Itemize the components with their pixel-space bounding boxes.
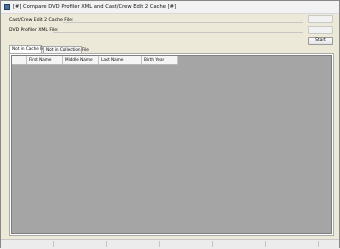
xml-file-label: DVD Profiler XML File: (9, 28, 59, 33)
status-segment (160, 241, 213, 247)
status-segment (213, 241, 266, 247)
column-header-birth-year[interactable]: Birth Year (142, 56, 178, 64)
cache-file-browse-button[interactable] (308, 15, 333, 23)
start-button[interactable]: Start (308, 37, 333, 45)
cache-file-label: Cast/Crew Edit 2 Cache File: (9, 18, 74, 23)
title-bar: [#] Compare DVD Profiler XML and Cast/Cr… (1, 1, 339, 14)
column-header-first-name[interactable]: First Name (27, 56, 63, 64)
status-segment (107, 241, 160, 247)
column-header-middle-name[interactable]: Middle Name (63, 56, 99, 64)
row-header-corner (12, 56, 27, 64)
status-segment (266, 241, 319, 247)
status-segment (1, 241, 54, 247)
cache-file-path-field[interactable] (63, 22, 303, 23)
app-icon (4, 4, 10, 10)
column-header-last-name[interactable]: Last Name (99, 56, 142, 64)
app-window: [#] Compare DVD Profiler XML and Cast/Cr… (0, 0, 340, 249)
xml-file-path-field[interactable] (53, 32, 303, 33)
status-segment (54, 241, 107, 247)
results-grid[interactable]: First Name Middle Name Last Name Birth Y… (11, 55, 332, 234)
window-title: [#] Compare DVD Profiler XML and Cast/Cr… (13, 4, 177, 10)
xml-file-browse-button[interactable] (308, 26, 333, 34)
grid-header: First Name Middle Name Last Name Birth Y… (12, 56, 178, 65)
